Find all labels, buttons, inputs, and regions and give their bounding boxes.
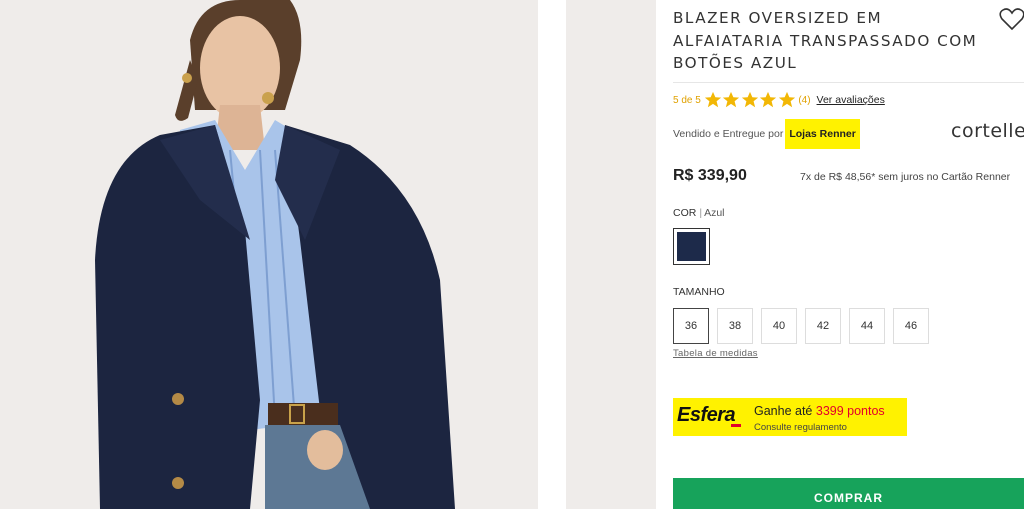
rating-score: 5 de 5 xyxy=(673,94,701,106)
points-value: 3399 pontos xyxy=(815,404,885,418)
product-info-panel: BLAZER OVERSIZED EM ALFAIATARIA TRANSPAS… xyxy=(673,0,1024,509)
product-title: BLAZER OVERSIZED EM ALFAIATARIA TRANSPAS… xyxy=(673,9,978,72)
esfera-logo-accent xyxy=(731,424,741,427)
size-options: 36 38 40 42 44 46 xyxy=(673,308,937,344)
brand-logo[interactable]: cortelle xyxy=(951,120,1024,142)
star-icon xyxy=(778,91,795,108)
star-icon xyxy=(741,91,758,108)
swatch-fill xyxy=(677,232,706,261)
seller-prefix: Vendido e Entregue por xyxy=(673,128,784,140)
size-option[interactable]: 42 xyxy=(805,308,841,344)
earn-prefix: Ganhe até xyxy=(754,404,813,418)
model-illustration xyxy=(95,0,455,509)
buy-button[interactable]: COMPRAR xyxy=(673,478,1024,509)
color-value: Azul xyxy=(704,207,725,219)
installments-info: 7x de R$ 48,56* sem juros no Cartão Renn… xyxy=(800,171,1011,183)
rating-stars xyxy=(704,91,797,109)
gallery-gap xyxy=(538,0,566,509)
rules-link[interactable]: Consulte regulamento xyxy=(754,422,847,433)
color-swatch-azul[interactable] xyxy=(673,228,710,265)
size-option[interactable]: 36 xyxy=(673,308,709,344)
star-icon xyxy=(723,91,740,108)
seller-store: Lojas Renner xyxy=(785,119,860,149)
size-option[interactable]: 44 xyxy=(849,308,885,344)
size-option[interactable]: 38 xyxy=(717,308,753,344)
size-label: TAMANHO xyxy=(673,286,725,298)
points-earn-text: Ganhe até 3399 pontos xyxy=(754,404,885,418)
see-reviews-link[interactable]: Ver avaliações xyxy=(817,94,885,106)
seller-info: Vendido e Entregue por Lojas Renner xyxy=(673,119,860,149)
divider xyxy=(673,82,1024,83)
product-image-secondary[interactable] xyxy=(566,0,656,509)
product-image[interactable] xyxy=(0,0,538,509)
star-icon xyxy=(760,91,777,108)
heart-outline-icon[interactable] xyxy=(999,7,1024,31)
esfera-logo: Esfera xyxy=(677,404,736,426)
rating-summary: 5 de 5 (4) Ver avaliações xyxy=(673,91,885,109)
rating-count: (4) xyxy=(798,94,811,106)
size-chart-link[interactable]: Tabela de medidas xyxy=(673,348,758,359)
size-option[interactable]: 40 xyxy=(761,308,797,344)
color-label: COR | Azul xyxy=(673,207,725,219)
star-icon xyxy=(704,91,721,108)
loyalty-banner[interactable]: Esfera Ganhe até 3399 pontos Consulte re… xyxy=(673,398,907,436)
product-price: R$ 339,90 xyxy=(673,167,747,184)
size-option[interactable]: 46 xyxy=(893,308,929,344)
color-title: COR xyxy=(673,207,697,219)
